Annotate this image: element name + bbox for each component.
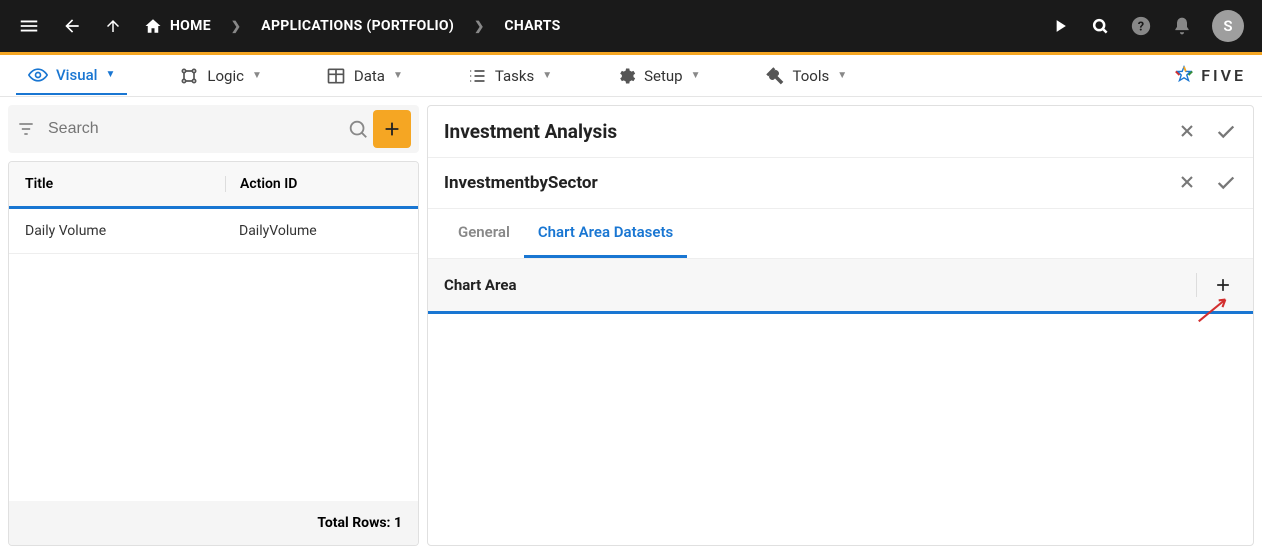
chevron-right-icon: ❯ (474, 19, 484, 33)
section-header-secondary: InvestmentbySector (428, 158, 1253, 209)
chart-area-label: Chart Area (444, 276, 516, 294)
tab-tasks-label: Tasks (495, 67, 534, 85)
check-icon[interactable] (1215, 172, 1237, 194)
home-icon (144, 17, 162, 35)
brand-logo: FIVE (1173, 65, 1246, 87)
tab-tasks[interactable]: Tasks ▼ (455, 58, 564, 94)
search-bar (8, 105, 419, 153)
page-title: Investment Analysis (444, 120, 617, 143)
table-header: Title Action ID (9, 162, 418, 209)
table-row[interactable]: Daily Volume DailyVolume (9, 209, 418, 254)
tab-tools[interactable]: Tools ▼ (753, 58, 860, 94)
add-chart-area-button[interactable] (1196, 273, 1237, 297)
tasks-icon (467, 66, 487, 86)
svg-text:?: ? (1138, 20, 1144, 35)
cell-title: Daily Volume (25, 223, 225, 239)
eye-icon (28, 65, 48, 85)
tab-setup[interactable]: Setup ▼ (604, 58, 712, 94)
search-icon[interactable] (347, 118, 369, 140)
tab-visual[interactable]: Visual ▼ (16, 57, 127, 95)
close-icon[interactable] (1177, 172, 1197, 194)
menu-icon[interactable] (18, 15, 40, 37)
play-icon[interactable] (1050, 16, 1070, 36)
tab-data-label: Data (354, 67, 385, 85)
brand-icon (1173, 65, 1195, 87)
breadcrumb-home[interactable]: HOME (144, 17, 211, 35)
tab-visual-label: Visual (56, 66, 97, 84)
tab-setup-label: Setup (644, 67, 682, 85)
tab-logic[interactable]: Logic ▼ (167, 58, 273, 94)
tab-logic-label: Logic (207, 67, 244, 85)
up-icon[interactable] (104, 17, 122, 35)
add-button[interactable] (373, 110, 411, 148)
search-input[interactable] (40, 114, 347, 144)
table-icon (326, 66, 346, 86)
subtitle: InvestmentbySector (444, 173, 598, 193)
tools-icon (765, 66, 785, 86)
breadcrumb-home-label: HOME (170, 18, 211, 34)
sub-tabs: General Chart Area Datasets (428, 209, 1253, 259)
avatar-letter: S (1223, 17, 1232, 35)
breadcrumb-charts[interactable]: CHARTS (504, 18, 560, 34)
search-top-icon[interactable] (1090, 16, 1110, 36)
subtab-general[interactable]: General (444, 209, 524, 258)
filter-icon[interactable] (16, 119, 36, 139)
breadcrumb-app[interactable]: APPLICATIONS (PORTFOLIO) (261, 18, 454, 34)
avatar[interactable]: S (1212, 10, 1244, 42)
close-icon[interactable] (1177, 121, 1197, 143)
help-icon[interactable]: ? (1130, 15, 1152, 37)
section-header-primary: Investment Analysis (428, 106, 1253, 158)
tab-data[interactable]: Data ▼ (314, 58, 415, 94)
chart-area-header: Chart Area (428, 259, 1253, 314)
col-action-id: Action ID (225, 176, 402, 192)
brand-text: FIVE (1201, 66, 1246, 85)
records-table: Title Action ID Daily Volume DailyVolume… (8, 161, 419, 546)
breadcrumb: HOME ❯ APPLICATIONS (PORTFOLIO) ❯ CHARTS (144, 17, 561, 35)
subtab-chart-area-datasets[interactable]: Chart Area Datasets (524, 209, 687, 258)
cell-action-id: DailyVolume (225, 223, 402, 239)
col-title: Title (25, 176, 225, 192)
chevron-right-icon: ❯ (231, 19, 241, 33)
table-total-rows: Total Rows: 1 (9, 501, 418, 545)
bell-icon[interactable] (1172, 16, 1192, 36)
tab-tools-label: Tools (793, 67, 830, 85)
top-navbar: HOME ❯ APPLICATIONS (PORTFOLIO) ❯ CHARTS… (0, 0, 1262, 52)
logic-icon (179, 66, 199, 86)
check-icon[interactable] (1215, 121, 1237, 143)
back-icon[interactable] (62, 16, 82, 36)
main-tabs: Visual ▼ Logic ▼ Data ▼ Tasks ▼ Setup ▼ … (0, 55, 1262, 97)
gear-icon (616, 66, 636, 86)
